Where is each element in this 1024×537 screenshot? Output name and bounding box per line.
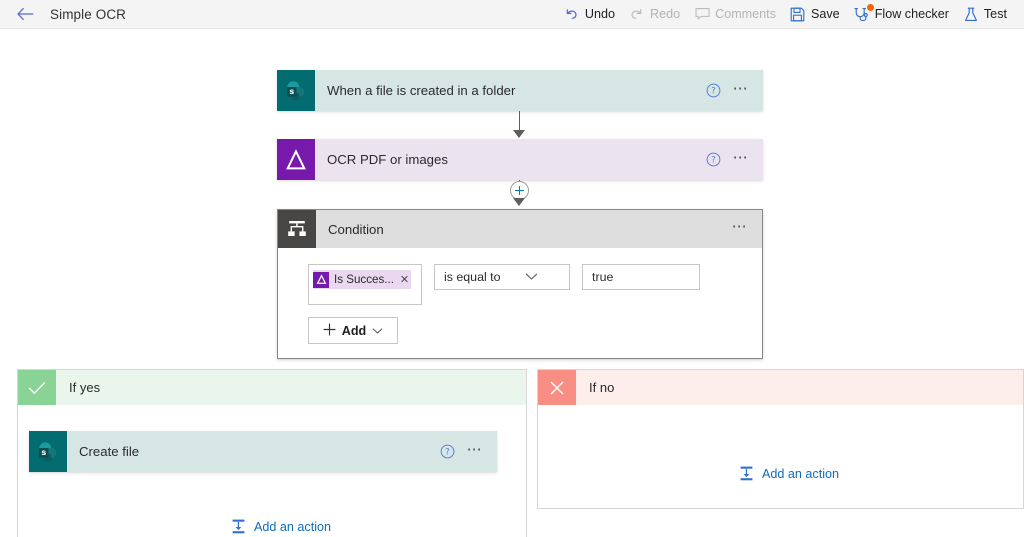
- condition-card-body: Is Succes... ✕ is equal to true: [278, 248, 762, 358]
- flow-checker-button[interactable]: Flow checker: [847, 2, 956, 26]
- ocr-card-menu-icon[interactable]: ⋯: [730, 153, 753, 167]
- trigger-card[interactable]: s When a file is created in a folder ? ⋯: [277, 70, 763, 111]
- plus-icon: [323, 323, 336, 339]
- redo-icon: [629, 6, 645, 22]
- redo-button[interactable]: Redo: [622, 2, 687, 26]
- condition-left-operand-field[interactable]: Is Succes... ✕: [308, 264, 422, 305]
- branch-if-yes-label: If yes: [56, 370, 526, 405]
- ocr-card[interactable]: OCR PDF or images ? ⋯: [277, 139, 763, 180]
- condition-value-text: true: [592, 270, 613, 284]
- add-action-button-yes[interactable]: Add an action: [230, 518, 331, 535]
- flow-checker-badge: [867, 4, 874, 11]
- trigger-card-title: When a file is created in a folder: [327, 83, 698, 98]
- back-arrow-icon: [17, 7, 34, 21]
- ocr-delta-icon: [313, 272, 329, 288]
- condition-card[interactable]: Condition ⋯ Is Succes... ✕: [277, 209, 763, 359]
- close-x-icon: [538, 370, 576, 405]
- back-button[interactable]: [14, 3, 36, 25]
- svg-text:s: s: [41, 447, 46, 457]
- condition-card-header: Condition ⋯: [278, 210, 762, 248]
- chevron-down-icon: [372, 324, 383, 338]
- checkmark-icon: [18, 370, 56, 405]
- svg-text:?: ?: [445, 447, 449, 457]
- command-group: Undo Redo Comments: [557, 2, 1014, 26]
- comment-icon: [694, 6, 710, 22]
- condition-operator-value: is equal to: [444, 270, 525, 284]
- redo-label: Redo: [650, 7, 680, 21]
- save-button[interactable]: Save: [783, 2, 847, 26]
- help-circle-icon[interactable]: ?: [440, 444, 456, 460]
- condition-card-menu-icon[interactable]: ⋯: [729, 222, 752, 236]
- dynamic-content-token[interactable]: Is Succes... ✕: [313, 270, 411, 289]
- condition-add-label: Add: [342, 324, 366, 338]
- trigger-card-menu-icon[interactable]: ⋯: [730, 84, 753, 98]
- ocr-card-title: OCR PDF or images: [327, 152, 698, 167]
- trigger-card-body: When a file is created in a folder ? ⋯: [315, 70, 763, 111]
- connector-arrow-ocr-condition: [513, 198, 525, 206]
- svg-text:?: ?: [711, 155, 715, 165]
- branch-if-no-label: If no: [576, 370, 1023, 405]
- undo-icon: [564, 6, 580, 22]
- condition-add-button[interactable]: Add: [308, 317, 398, 344]
- ocr-delta-icon: [277, 139, 315, 180]
- condition-value-input[interactable]: true: [582, 264, 700, 290]
- condition-card-header-body: Condition ⋯: [316, 210, 762, 248]
- flow-canvas: s When a file is created in a folder ? ⋯…: [0, 29, 1024, 537]
- svg-text:?: ?: [711, 86, 715, 96]
- chevron-down-icon: [525, 270, 562, 284]
- add-action-button-no[interactable]: Add an action: [738, 465, 839, 482]
- condition-row: Is Succes... ✕ is equal to true: [308, 264, 762, 305]
- branch-if-no-header[interactable]: If no: [538, 370, 1023, 405]
- add-action-icon: [738, 465, 755, 482]
- save-label: Save: [811, 7, 840, 21]
- add-action-icon: [230, 518, 247, 535]
- flow-title: Simple OCR: [50, 7, 126, 22]
- ocr-card-body: OCR PDF or images ? ⋯: [315, 139, 763, 180]
- create-file-card-menu-icon[interactable]: ⋯: [464, 445, 487, 459]
- create-file-card[interactable]: s Create file ? ⋯: [29, 431, 497, 472]
- sharepoint-icon: s: [29, 431, 67, 472]
- condition-card-title: Condition: [328, 222, 721, 237]
- create-file-card-title: Create file: [79, 444, 432, 459]
- dynamic-content-token-label: Is Succes...: [334, 273, 394, 286]
- add-action-label-yes: Add an action: [254, 520, 331, 534]
- comments-label: Comments: [715, 7, 776, 21]
- condition-branch-icon: [278, 210, 316, 248]
- command-bar: Simple OCR Undo Redo: [0, 0, 1024, 29]
- branch-if-yes-header[interactable]: If yes: [18, 370, 526, 405]
- help-circle-icon[interactable]: ?: [706, 152, 722, 168]
- test-button[interactable]: Test: [956, 2, 1014, 26]
- test-label: Test: [984, 7, 1007, 21]
- add-action-label-no: Add an action: [762, 467, 839, 481]
- create-file-card-body: Create file ? ⋯: [67, 431, 497, 472]
- flask-icon: [963, 6, 979, 22]
- close-icon[interactable]: ✕: [400, 273, 409, 286]
- flow-checker-label: Flow checker: [875, 7, 949, 21]
- connector-arrow-trigger-ocr: [513, 130, 525, 138]
- sharepoint-icon: s: [277, 70, 315, 111]
- svg-text:s: s: [289, 86, 294, 96]
- branch-if-yes: If yes s Create file: [17, 369, 527, 537]
- undo-button[interactable]: Undo: [557, 2, 622, 26]
- save-icon: [790, 6, 806, 22]
- help-circle-icon[interactable]: ?: [706, 83, 722, 99]
- branch-if-no: If no Add an action: [537, 369, 1024, 509]
- condition-operator-select[interactable]: is equal to: [434, 264, 570, 290]
- comments-button[interactable]: Comments: [687, 2, 783, 26]
- undo-label: Undo: [585, 7, 615, 21]
